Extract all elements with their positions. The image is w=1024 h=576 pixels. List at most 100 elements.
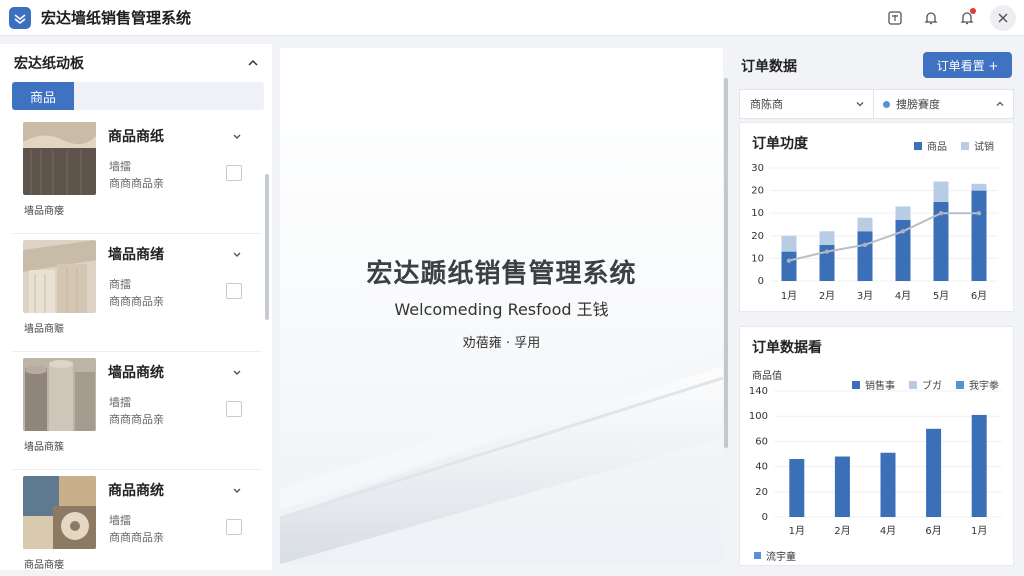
x-tick-label: 3月 (857, 290, 873, 302)
order-data-title: 订单数据 (741, 59, 797, 75)
product-name: 墙品商绪 (108, 247, 164, 263)
bar-sales (834, 456, 850, 517)
expand-chevron-icon[interactable] (231, 249, 243, 261)
order-trend-chart: 0 10 20 10 20 30 1月 2月 3月 4月 5月 6月 (751, 163, 998, 302)
x-tick-label: 2月 (834, 525, 850, 537)
bar-trial (971, 183, 987, 191)
product-checkbox[interactable] (226, 283, 242, 299)
product-checkbox[interactable] (226, 519, 242, 535)
y-tick-label: 10 (751, 253, 764, 264)
splash-title: 宏达踬纸销售管理系统 (366, 259, 637, 289)
product-thumbnail (23, 358, 96, 431)
product-thumbnail (23, 122, 96, 195)
welcome-splash: 宏达踬纸销售管理系统 Welcomeding Resfood 王钱 劝蓓雍 · … (280, 48, 723, 564)
y-tick-label: 20 (751, 231, 764, 242)
y-tick-label: 10 (751, 208, 764, 219)
bar-trial (819, 231, 835, 245)
chevron-up-icon (996, 101, 1004, 106)
order-data-card: 订单数据看 商品值 销售事 ブガ 我宇拳 0 20 40 60 100 140 1月 2月 4月… (739, 326, 1014, 566)
product-panel-title: 宏达纸动板 (14, 56, 84, 72)
bar-sales (857, 231, 873, 281)
trend-line (788, 212, 979, 262)
notification-dot (970, 8, 976, 14)
trend-point (900, 229, 906, 234)
filter-select-product-label: 商陈商 (750, 98, 783, 111)
product-name: 墙品商统 (108, 365, 164, 381)
y-tick-label: 0 (762, 512, 768, 523)
bar-sales (789, 459, 805, 517)
splash-subtitle: Welcomeding Resfood 王钱 (394, 300, 609, 319)
product-caption: 墙品商簇 (24, 442, 64, 453)
legend-swatch (754, 552, 761, 559)
trend-point (862, 242, 868, 248)
bar-sales (926, 428, 942, 517)
product-checkbox[interactable] (226, 401, 242, 417)
title-bar: 宏达墙纸销售管理系统 (0, 0, 1024, 36)
y-tick-label: 100 (749, 411, 768, 422)
x-tick-label: 2月 (819, 290, 835, 302)
close-icon[interactable] (990, 5, 1016, 31)
bar-sales (880, 452, 896, 517)
product-spec: 商擂 (109, 278, 131, 291)
app-logo-icon (9, 6, 31, 29)
y-tick-label: 40 (755, 462, 768, 473)
order-data-chart: 0 20 40 60 100 140 1月 2月 4月 6月 1月 (749, 386, 1002, 537)
product-panel: 宏达纸动板 商品 墙品商瘘 商品商纸 墙擂 商商商品亲 墙品商赈 墙品商绪 商擂… (0, 44, 272, 570)
bell-icon[interactable] (918, 5, 944, 31)
product-name: 商品商统 (108, 483, 164, 499)
bar-trial (895, 206, 911, 220)
expand-chevron-icon[interactable] (231, 131, 243, 143)
x-tick-label: 4月 (895, 290, 911, 302)
alert-bell-icon[interactable] (954, 5, 980, 31)
order-trend-card: 订单功度 商品 试销 0 10 20 10 20 30 1月 2月 3月 4月 5月 6月 (739, 122, 1014, 312)
expand-chevron-icon[interactable] (231, 485, 243, 497)
expand-chevron-icon[interactable] (231, 367, 243, 379)
y-tick-label: 30 (751, 163, 764, 174)
bar-sales (781, 251, 797, 281)
x-tick-label: 1月 (781, 290, 797, 302)
trend-point (786, 258, 792, 263)
order-view-button[interactable]: 订单看置 + (923, 52, 1012, 78)
chevron-down-icon (856, 102, 864, 107)
product-desc: 商商商品亲 (109, 295, 164, 308)
product-caption: 商品商瘘 (24, 560, 64, 570)
translate-icon[interactable] (882, 5, 908, 31)
trend-point (824, 249, 830, 254)
product-item[interactable]: 商品商瘘 商品商统 墙擂 商商商品亲 (12, 470, 262, 570)
y-tick-label: 140 (749, 386, 768, 397)
order-data-panel: 订单数据 订单看置 + 商陈商 捜膀賽度 订单功度 商品 试销 0 10 20 10 2… (733, 44, 1019, 570)
product-desc: 商商商品亲 (109, 413, 164, 426)
tab-products[interactable]: 商品 (12, 82, 74, 110)
product-thumbnail (23, 476, 96, 549)
x-tick-label: 6月 (925, 525, 941, 537)
y-tick-label: 0 (758, 276, 764, 287)
product-item[interactable]: 墙品商簇 墙品商统 墙擂 商商商品亲 (12, 352, 262, 470)
x-tick-label: 4月 (880, 525, 896, 537)
x-tick-label: 6月 (971, 290, 987, 302)
filter-select-progress[interactable]: 捜膀賽度 (874, 90, 1013, 118)
x-tick-label: 1月 (971, 525, 987, 537)
product-spec: 墙擂 (109, 396, 131, 409)
filter-select-product[interactable]: 商陈商 (740, 90, 874, 118)
bar-trial (857, 217, 873, 232)
product-item[interactable]: 墙品商赈 墙品商绪 商擂 商商商品亲 (12, 234, 262, 352)
collapse-chevron-icon[interactable] (246, 56, 260, 70)
product-name: 商品商纸 (108, 129, 164, 145)
y-tick-label: 20 (755, 487, 768, 498)
bar-sales (971, 190, 987, 281)
product-spec: 墙擂 (109, 160, 131, 173)
bottom-legend-label: 流宇童 (766, 552, 796, 563)
bar-trial (781, 235, 797, 252)
product-list: 墙品商瘘 商品商纸 墙擂 商商商品亲 墙品商赈 墙品商绪 商擂 商商商品亲 墙品… (12, 116, 262, 570)
x-tick-label: 5月 (933, 290, 949, 302)
filter-bar: 商陈商 捜膀賽度 (739, 89, 1014, 119)
product-checkbox[interactable] (226, 165, 242, 181)
product-list-scrollbar[interactable] (265, 174, 269, 320)
trend-point (938, 211, 944, 216)
product-desc: 商商商品亲 (109, 531, 164, 544)
bar-sales (971, 414, 987, 517)
center-scrollbar[interactable] (724, 78, 728, 448)
product-spec: 墙擂 (109, 514, 131, 527)
product-caption: 墙品商赈 (24, 324, 64, 335)
product-item[interactable]: 墙品商瘘 商品商纸 墙擂 商商商品亲 (12, 116, 262, 234)
